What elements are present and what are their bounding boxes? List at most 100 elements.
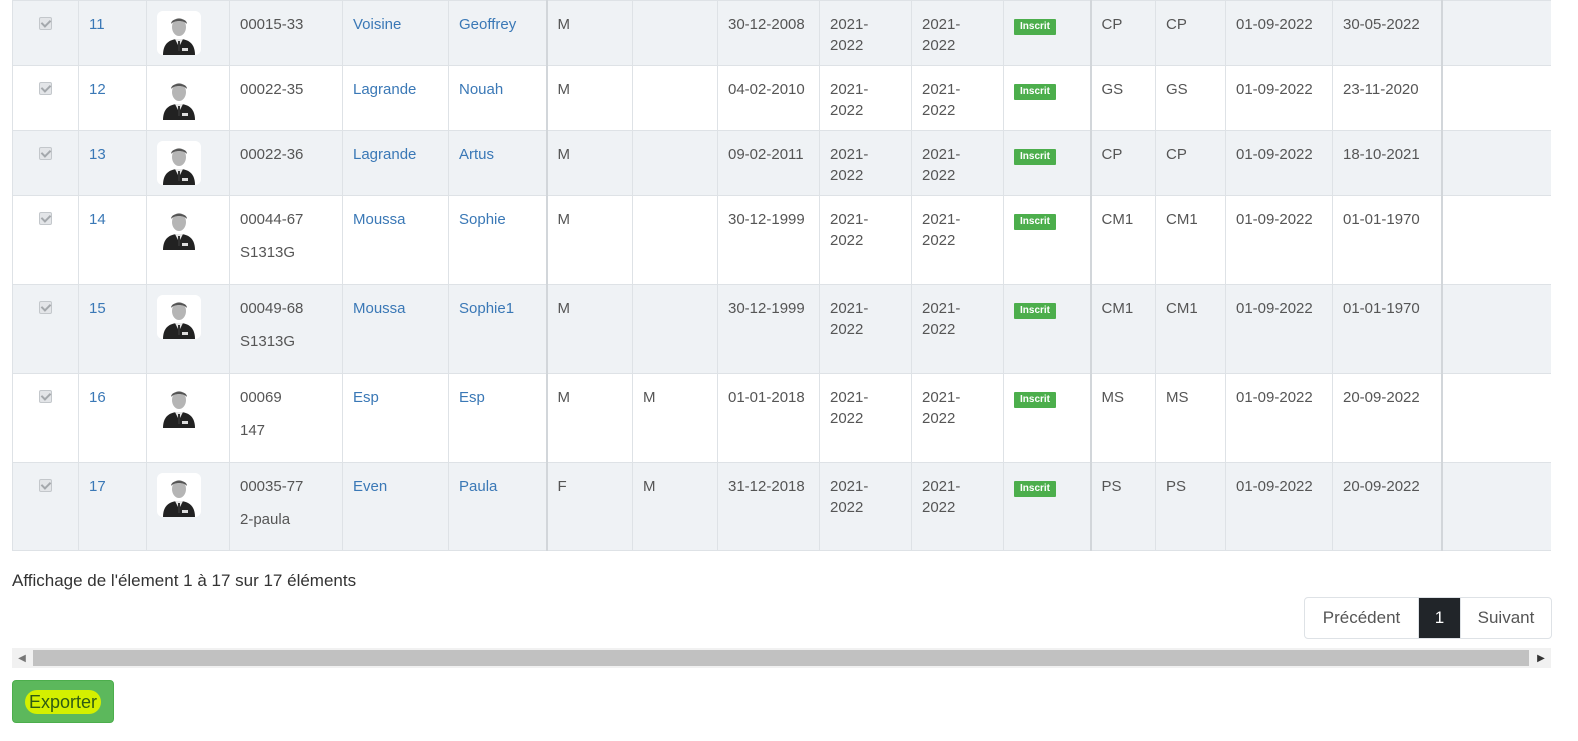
row-number-link[interactable]: 15	[89, 300, 106, 317]
status-badge: Inscrit	[1014, 19, 1057, 35]
row-select-cell	[12, 65, 79, 131]
start-date-cell: 01-09-2022	[1225, 0, 1333, 66]
student-code-cell: 00044-67 S1313G	[229, 195, 343, 285]
status-cell: Inscrit	[1003, 373, 1091, 463]
table-row: 16 00069 147 Esp Esp M M 01-01-2018 2021- 2022 202…	[12, 373, 1551, 463]
student-avatar-icon	[157, 76, 201, 120]
class-level-cell: PS	[1155, 462, 1226, 551]
status-badge: Inscrit	[1014, 392, 1057, 408]
row-number-cell: 11	[78, 0, 147, 66]
scroll-right-arrow-icon[interactable]: ▶	[1531, 648, 1551, 668]
avatar-cell	[146, 65, 230, 131]
horizontal-scrollbar[interactable]: ◀ ▶	[12, 648, 1551, 668]
sex-value: F	[557, 478, 567, 495]
row-number-link[interactable]: 12	[89, 81, 106, 98]
actions-cell	[1440, 130, 1551, 196]
end-date-cell: 20-09-2022	[1332, 462, 1442, 551]
start-date-cell: 01-09-2022	[1225, 130, 1333, 196]
last-name-cell: Even	[342, 462, 449, 551]
row-checkbox[interactable]	[39, 301, 52, 314]
class-level-value: CM1	[1166, 211, 1198, 228]
class-value: MS	[1101, 389, 1125, 406]
last-name-link[interactable]: Lagrande	[353, 146, 416, 163]
birth-date: 31-12-2018	[728, 478, 805, 495]
export-button[interactable]: Exporter	[12, 680, 114, 723]
birth-date-cell: 30-12-2008	[717, 0, 820, 66]
page-1-button[interactable]: 1	[1419, 598, 1460, 638]
sex-value: M	[557, 300, 571, 317]
class-cell: CM1	[1089, 195, 1156, 285]
enrollment-year-cell: 2021- 2022	[911, 195, 1004, 285]
student-secondary-code: S1313G	[240, 333, 296, 350]
class-cell: PS	[1089, 462, 1156, 551]
sex-cell: F	[545, 462, 633, 551]
last-name-link[interactable]: Moussa	[353, 211, 406, 228]
last-name-link[interactable]: Lagrande	[353, 81, 416, 98]
first-name-link[interactable]: Artus	[459, 146, 494, 163]
birth-date: 30-12-1999	[728, 300, 805, 317]
birth-date-cell: 09-02-2011	[717, 130, 820, 196]
row-number-link[interactable]: 16	[89, 389, 106, 406]
first-name-link[interactable]: Nouah	[459, 81, 503, 98]
birth-date-cell: 30-12-1999	[717, 195, 820, 285]
row-checkbox[interactable]	[39, 82, 52, 95]
enrollment-year-cell: 2021- 2022	[911, 65, 1004, 131]
enrollment-year-end: 2022	[922, 499, 956, 516]
student-code: 00015-33	[240, 16, 304, 33]
class-cell: CP	[1089, 0, 1156, 66]
first-name-link[interactable]: Paula	[459, 478, 497, 495]
school-year-cell: 2021- 2022	[819, 130, 912, 196]
class-cell: GS	[1089, 65, 1156, 131]
row-checkbox[interactable]	[39, 147, 52, 160]
enrollment-year-start: 2021-	[922, 211, 961, 228]
end-date-cell: 30-05-2022	[1332, 0, 1442, 66]
row-number-link[interactable]: 14	[89, 211, 106, 228]
last-name-link[interactable]: Voisine	[353, 16, 401, 33]
start-date-cell: 01-09-2022	[1225, 373, 1333, 463]
first-name-link[interactable]: Geoffrey	[459, 16, 516, 33]
row-number-cell: 15	[78, 284, 147, 374]
birth-date: 30-12-2008	[728, 16, 805, 33]
first-name-link[interactable]: Esp	[459, 389, 485, 406]
extra-cell	[632, 0, 718, 66]
school-year-cell: 2021- 2022	[819, 462, 912, 551]
status-cell: Inscrit	[1003, 0, 1091, 66]
previous-page-button[interactable]: Précédent	[1305, 598, 1419, 638]
last-name-link[interactable]: Moussa	[353, 300, 406, 317]
row-checkbox[interactable]	[39, 479, 52, 492]
export-button-label: Exporter	[24, 689, 102, 714]
avatar-cell	[146, 462, 230, 551]
students-table-container: 11 00015-33 Voisine Geoffrey M 30-12-2008 2021…	[12, 0, 1551, 552]
start-date: 01-09-2022	[1236, 146, 1313, 163]
extra-cell: M	[632, 373, 718, 463]
last-name-link[interactable]: Even	[353, 478, 387, 495]
scrollbar-thumb[interactable]	[33, 650, 1529, 666]
start-date: 01-09-2022	[1236, 16, 1313, 33]
class-cell: CM1	[1089, 284, 1156, 374]
first-name-link[interactable]: Sophie	[459, 211, 506, 228]
school-year-start: 2021-	[830, 300, 869, 317]
status-badge: Inscrit	[1014, 214, 1057, 230]
start-date-cell: 01-09-2022	[1225, 284, 1333, 374]
enrollment-year-start: 2021-	[922, 300, 961, 317]
sex-value: M	[557, 146, 571, 163]
next-page-button[interactable]: Suivant	[1460, 598, 1551, 638]
row-checkbox[interactable]	[39, 212, 52, 225]
row-number-link[interactable]: 11	[89, 16, 105, 33]
row-checkbox[interactable]	[39, 390, 52, 403]
last-name-link[interactable]: Esp	[353, 389, 379, 406]
start-date: 01-09-2022	[1236, 389, 1313, 406]
scroll-left-arrow-icon[interactable]: ◀	[12, 648, 32, 668]
row-number-link[interactable]: 13	[89, 146, 106, 163]
row-select-cell	[12, 284, 79, 374]
start-date: 01-09-2022	[1236, 211, 1313, 228]
row-number-link[interactable]: 17	[89, 478, 106, 495]
avatar-cell	[146, 373, 230, 463]
status-badge: Inscrit	[1014, 149, 1057, 165]
row-checkbox[interactable]	[39, 17, 52, 30]
enrollment-year-end: 2022	[922, 37, 956, 54]
class-value: CM1	[1101, 211, 1134, 228]
row-number-cell: 14	[78, 195, 147, 285]
enrollment-year-end: 2022	[922, 410, 956, 427]
first-name-link[interactable]: Sophie1	[459, 300, 514, 317]
